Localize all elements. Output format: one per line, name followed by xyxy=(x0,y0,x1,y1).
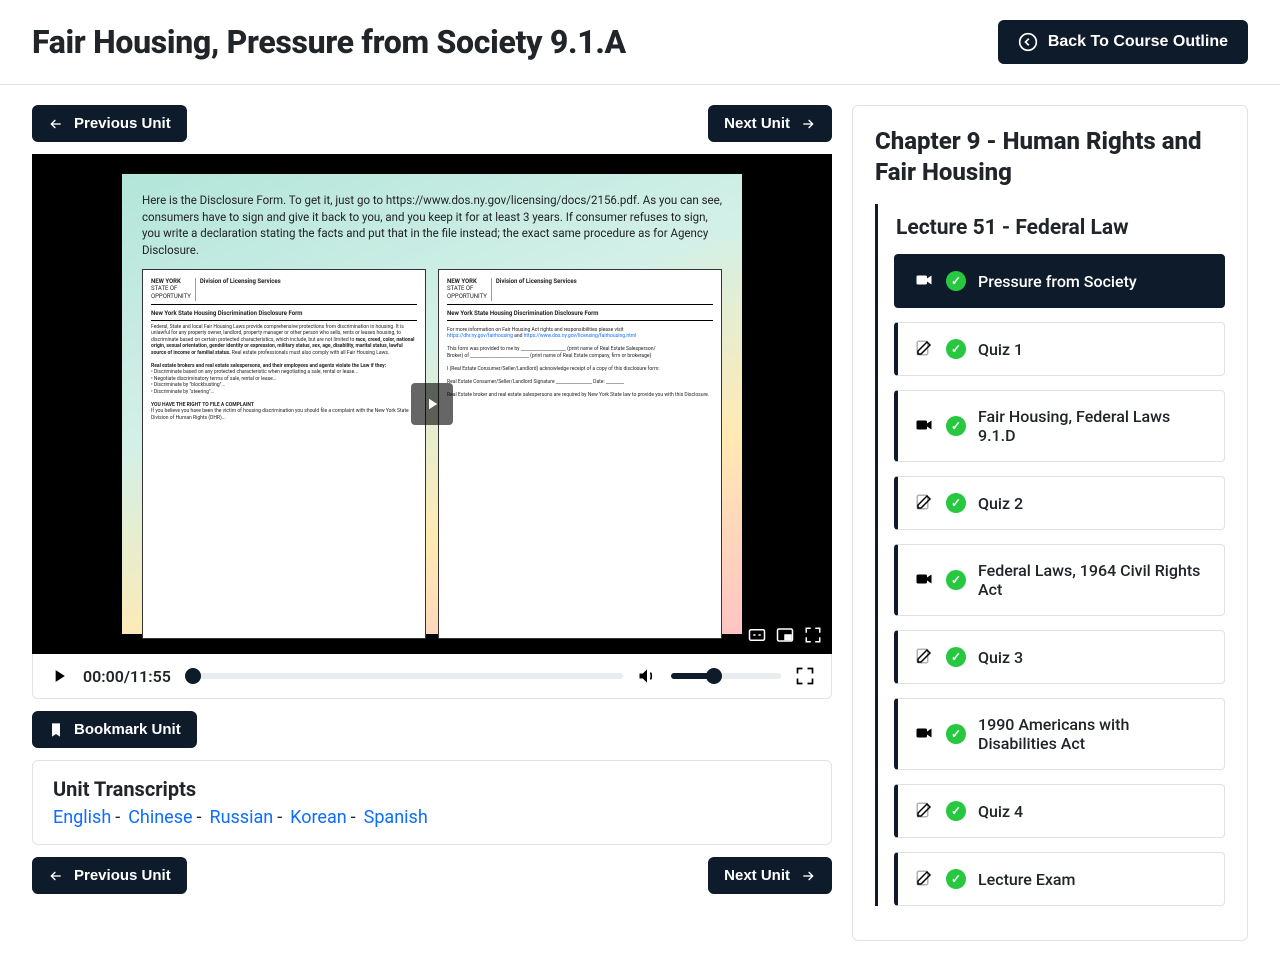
transcript-link-chinese[interactable]: Chinese xyxy=(128,807,192,828)
lesson-item[interactable]: ✓ Federal Laws, 1964 Civil Rights Act xyxy=(894,544,1225,616)
transcripts-panel: Unit Transcripts English- Chinese- Russi… xyxy=(32,760,832,845)
check-icon: ✓ xyxy=(946,869,966,889)
next-unit-label: Next Unit xyxy=(724,867,790,884)
lesson-item[interactable]: ✓ Quiz 2 xyxy=(894,476,1225,530)
fullscreen-icon[interactable] xyxy=(795,666,815,686)
quiz-icon xyxy=(914,647,934,667)
video-icon xyxy=(914,570,934,590)
page-title: Fair Housing, Pressure from Society 9.1.… xyxy=(32,23,626,61)
volume-slider[interactable] xyxy=(671,673,781,679)
lesson-item[interactable]: ✓ Quiz 4 xyxy=(894,784,1225,838)
fullscreen-video-icon[interactable] xyxy=(804,626,822,644)
lecture-title: Lecture 51 - Federal Law xyxy=(896,216,1225,240)
video-player[interactable]: Here is the Disclosure Form. To get it, … xyxy=(32,154,832,654)
previous-unit-label: Previous Unit xyxy=(74,115,171,132)
lesson-label: Lecture Exam xyxy=(978,870,1076,889)
check-icon: ✓ xyxy=(946,271,966,291)
quiz-icon xyxy=(914,339,934,359)
lesson-item[interactable]: ✓ Quiz 3 xyxy=(894,630,1225,684)
check-icon: ✓ xyxy=(946,570,966,590)
quiz-icon xyxy=(914,869,934,889)
lesson-label: Fair Housing, Federal Laws 9.1.D xyxy=(978,407,1208,445)
quiz-icon xyxy=(914,493,934,513)
transcript-link-english[interactable]: English xyxy=(53,807,111,828)
bookmark-button[interactable]: Bookmark Unit xyxy=(32,711,197,748)
time-display: 00:00/11:55 xyxy=(83,667,171,686)
lesson-item[interactable]: ✓ Pressure from Society xyxy=(894,254,1225,308)
transcript-link-russian[interactable]: Russian xyxy=(209,807,273,828)
next-unit-button-bottom[interactable]: Next Unit xyxy=(708,857,832,894)
lesson-label: Quiz 4 xyxy=(978,802,1023,821)
back-to-outline-label: Back To Course Outline xyxy=(1048,33,1228,51)
document-page-1: NEW YORKSTATE OFOPPORTUNITY Division of … xyxy=(142,269,426,639)
check-icon: ✓ xyxy=(946,647,966,667)
lesson-label: Quiz 3 xyxy=(978,648,1023,667)
check-icon: ✓ xyxy=(946,416,966,436)
lesson-label: 1990 Americans with Disabilities Act xyxy=(978,715,1208,753)
lesson-item[interactable]: ✓ Fair Housing, Federal Laws 9.1.D xyxy=(894,390,1225,462)
previous-unit-label: Previous Unit xyxy=(74,867,171,884)
chapter-panel: Chapter 9 - Human Rights and Fair Housin… xyxy=(852,105,1248,941)
lesson-label: Quiz 1 xyxy=(978,340,1023,359)
arrow-left-icon xyxy=(48,116,64,132)
video-icon xyxy=(914,271,934,291)
transcript-link-korean[interactable]: Korean xyxy=(290,807,347,828)
next-unit-button-top[interactable]: Next Unit xyxy=(708,105,832,142)
player-controls: 00:00/11:55 xyxy=(32,654,832,699)
seek-bar[interactable] xyxy=(185,673,623,679)
lesson-label: Quiz 2 xyxy=(978,494,1023,513)
previous-unit-button-bottom[interactable]: Previous Unit xyxy=(32,857,187,894)
check-icon: ✓ xyxy=(946,493,966,513)
next-unit-label: Next Unit xyxy=(724,115,790,132)
arrow-left-icon xyxy=(48,868,64,884)
transcripts-links: English- Chinese- Russian- Korean- Spani… xyxy=(53,807,811,828)
previous-unit-button-top[interactable]: Previous Unit xyxy=(32,105,187,142)
lesson-item[interactable]: ✓ 1990 Americans with Disabilities Act xyxy=(894,698,1225,770)
transcripts-title: Unit Transcripts xyxy=(53,777,811,801)
bookmark-label: Bookmark Unit xyxy=(74,721,181,738)
lesson-label: Pressure from Society xyxy=(978,272,1137,291)
slide-text: Here is the Disclosure Form. To get it, … xyxy=(142,192,722,259)
volume-thumb[interactable] xyxy=(706,668,722,684)
play-overlay-button[interactable] xyxy=(411,383,453,425)
arrow-right-icon xyxy=(800,116,816,132)
quiz-icon xyxy=(914,801,934,821)
seek-thumb[interactable] xyxy=(185,668,201,684)
check-icon: ✓ xyxy=(946,801,966,821)
volume-icon[interactable] xyxy=(637,666,657,686)
lesson-label: Federal Laws, 1964 Civil Rights Act xyxy=(978,561,1208,599)
bookmark-icon xyxy=(48,722,64,738)
transcript-link-spanish[interactable]: Spanish xyxy=(364,807,428,828)
document-page-2: NEW YORKSTATE OFOPPORTUNITY Division of … xyxy=(438,269,722,639)
check-icon: ✓ xyxy=(946,339,966,359)
video-icon xyxy=(914,724,934,744)
video-icon xyxy=(914,416,934,436)
lesson-item[interactable]: ✓ Quiz 1 xyxy=(894,322,1225,376)
chapter-title: Chapter 9 - Human Rights and Fair Housin… xyxy=(875,126,1225,188)
arrow-left-circle-icon xyxy=(1018,32,1038,52)
lesson-item[interactable]: ✓ Lecture Exam xyxy=(894,852,1225,906)
check-icon: ✓ xyxy=(946,724,966,744)
captions-icon[interactable] xyxy=(748,626,766,644)
arrow-right-icon xyxy=(800,868,816,884)
back-to-outline-button[interactable]: Back To Course Outline xyxy=(998,20,1248,64)
play-button[interactable] xyxy=(49,666,69,686)
pip-icon[interactable] xyxy=(776,626,794,644)
